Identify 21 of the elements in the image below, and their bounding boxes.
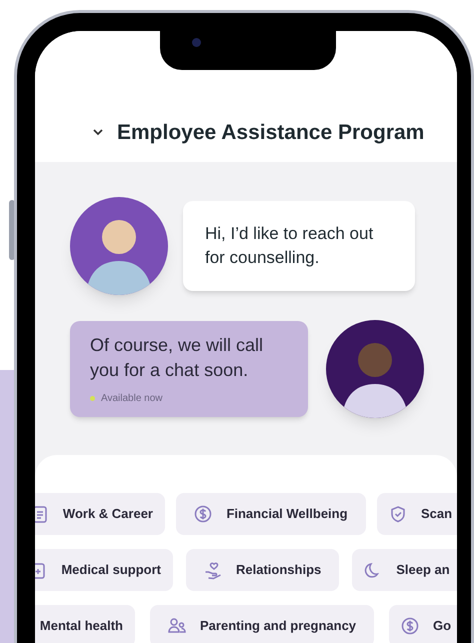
topic-chip[interactable]: Work & Career [35,493,165,535]
topic-chip[interactable]: Sleep an [352,549,457,591]
people-icon [168,616,186,636]
page-title: Employee Assistance Program [117,120,424,146]
dollar-circle-icon [401,616,420,636]
message-text: Of course, we will call you for a chat soon. [90,334,264,382]
document-icon [35,504,49,524]
dollar-circle-icon [194,504,212,524]
topic-chip[interactable]: Parenting and pregnancy [150,605,374,643]
topic-chip[interactable]: Medical support [35,549,173,591]
shield-icon [389,504,407,524]
camera-icon [192,38,201,47]
chevron-down-icon[interactable] [93,129,103,136]
topic-chip[interactable]: Relationships [186,549,340,591]
topic-chip[interactable]: Mental health [35,605,135,643]
topic-chip[interactable]: Scan [377,493,457,535]
topic-chip[interactable]: Financial Wellbeing [176,493,366,535]
message-text: Hi, I’d like to reach out for counselling. [205,223,374,269]
hand-heart-icon [204,560,222,580]
status-label: Available now [101,392,163,406]
topic-chip[interactable]: Go [389,605,457,643]
